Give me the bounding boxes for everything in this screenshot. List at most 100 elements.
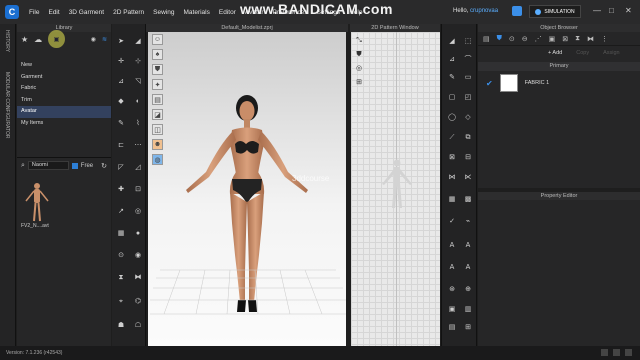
maximize-icon[interactable]: □ xyxy=(609,6,614,15)
puckering-icon[interactable]: ⧓ xyxy=(134,274,142,281)
avatar-measure-icon[interactable]: ⌬ xyxy=(134,298,142,305)
drape-icon[interactable]: ▥ xyxy=(464,306,472,313)
annotation-icon[interactable]: A xyxy=(464,264,472,271)
text-icon[interactable]: A xyxy=(448,242,456,249)
stitch-icon[interactable]: ⋯ xyxy=(134,142,142,149)
arrangement-icon[interactable]: ◆ xyxy=(117,98,125,105)
select-icon[interactable]: ➤ xyxy=(117,38,125,45)
steam-icon[interactable]: ◐ xyxy=(134,98,142,105)
fit-map-icon[interactable]: ◫ xyxy=(152,124,163,135)
pattern-select-icon[interactable]: ⤡ xyxy=(354,36,364,46)
username-link[interactable]: crupnovaa xyxy=(470,8,498,14)
show-pins-icon[interactable]: ✦ xyxy=(152,79,163,90)
seam-tape-icon[interactable]: ⊏ xyxy=(117,142,125,149)
graphic-tab-icon[interactable]: ▣ xyxy=(549,35,556,43)
notification-icon[interactable] xyxy=(601,349,608,356)
sync-icon[interactable] xyxy=(512,6,522,16)
refresh-icon[interactable]: ↻ xyxy=(101,162,107,170)
zipper-icon[interactable]: ⧗ xyxy=(117,274,125,281)
layout-icon[interactable] xyxy=(613,349,620,356)
trace-line-icon[interactable]: ⟋ xyxy=(448,134,456,141)
brush-icon[interactable]: ⌇ xyxy=(134,120,142,127)
tape-measure-icon[interactable]: ⊕ xyxy=(464,286,472,293)
fabric-list-item[interactable]: ✔ FABRIC 1 xyxy=(478,71,640,95)
edit-texture-icon[interactable]: ▩ xyxy=(464,196,472,203)
pattern-hanger-icon[interactable]: ⛊ xyxy=(354,50,364,60)
text-edit-icon[interactable]: A xyxy=(464,242,472,249)
sew-check-icon[interactable]: ⊞ xyxy=(464,324,472,331)
shirt-icon[interactable]: ⛊ xyxy=(152,64,163,75)
search-icon[interactable]: ⌕ xyxy=(21,162,25,170)
primary-group-header[interactable]: Primary xyxy=(478,62,640,71)
cloud-icon[interactable]: ☁ xyxy=(34,35,42,44)
minimize-icon[interactable]: — xyxy=(593,6,601,15)
library-item-garment[interactable]: Garment xyxy=(17,72,111,84)
free-sewing-icon[interactable]: ⋉ xyxy=(464,174,472,181)
simulation-mode-button[interactable]: SIMULATION xyxy=(529,5,581,18)
globe-icon[interactable]: ◍ xyxy=(152,154,163,165)
polygon-icon[interactable]: ▭ xyxy=(464,74,472,81)
trim-line-icon[interactable]: ⊟ xyxy=(464,154,472,161)
library-item-new[interactable]: New xyxy=(17,60,111,72)
fold-arrange-icon[interactable]: ⊠ xyxy=(448,154,456,161)
tab-modular-configurator[interactable]: MODULAR CONFIGURATOR xyxy=(4,72,10,138)
grade-icon[interactable]: ▣ xyxy=(448,306,456,313)
offset-icon[interactable]: ⧉ xyxy=(464,134,472,141)
zipper-tab-icon[interactable]: ⧗ xyxy=(575,35,580,42)
rectangle-icon[interactable]: ▢ xyxy=(448,94,456,101)
tab-history[interactable]: HISTORY xyxy=(4,30,10,52)
avatar-skin-icon[interactable]: ☻ xyxy=(152,139,163,150)
symbol-icon[interactable]: ⊛ xyxy=(448,286,456,293)
edit-pattern-icon[interactable]: ◢ xyxy=(448,38,456,45)
pen-icon[interactable]: ✎ xyxy=(117,120,125,127)
menu-file[interactable]: File xyxy=(29,9,39,16)
texture-view-icon[interactable]: ▤ xyxy=(152,94,163,105)
puckering-tab-icon[interactable]: ⧓ xyxy=(587,35,594,43)
circle-tool-icon[interactable]: ◯ xyxy=(448,114,456,121)
menu-edit[interactable]: Edit xyxy=(48,9,59,16)
texture-icon[interactable]: ▦ xyxy=(117,230,125,237)
copy-button[interactable]: Copy xyxy=(576,50,589,56)
more-tab-icon[interactable]: ⋮ xyxy=(601,35,608,43)
view-icon[interactable]: ◉ xyxy=(91,36,96,43)
scene-icon[interactable]: ▤ xyxy=(483,35,490,43)
library-item-my-items[interactable]: My Items xyxy=(17,118,111,130)
segment-icon[interactable]: ◿ xyxy=(134,164,142,171)
curve-point-icon[interactable]: ⌒ xyxy=(464,56,472,63)
search-input[interactable]: Naomi xyxy=(27,161,69,170)
library-item-fabric[interactable]: Fabric xyxy=(17,83,111,95)
display-garment-icon[interactable]: ♠ xyxy=(152,49,163,60)
avatar-thumbnail[interactable] xyxy=(23,181,51,223)
graphic-icon[interactable]: ⌖ xyxy=(117,298,125,305)
transform-icon[interactable]: ◢ xyxy=(134,38,142,45)
buttonhole-tab-icon[interactable]: ⊖ xyxy=(522,35,528,43)
segment-sewing-icon[interactable]: ⋈ xyxy=(448,174,456,181)
dart-icon[interactable]: ◇ xyxy=(464,114,472,121)
menu-editor[interactable]: Editor xyxy=(219,9,236,16)
star-icon[interactable]: ★ xyxy=(21,35,28,44)
mesh-icon[interactable]: ▦ xyxy=(448,196,456,203)
settings-icon[interactable] xyxy=(625,349,632,356)
assign-button[interactable]: Assign xyxy=(603,50,620,56)
menu-materials[interactable]: Materials xyxy=(184,9,210,16)
add-fabric-button[interactable]: + Add xyxy=(548,50,562,56)
add-point-icon[interactable]: ✎ xyxy=(448,74,456,81)
pattern-ruler-icon[interactable]: ⊞ xyxy=(354,78,364,88)
tape-icon[interactable]: ↗ xyxy=(117,208,125,215)
graphic-text-icon[interactable]: A xyxy=(448,264,456,271)
edit-point-icon[interactable]: ⊿ xyxy=(448,56,456,63)
fitting-icon[interactable]: ☗ xyxy=(117,322,125,329)
folder-icon[interactable]: ▣ xyxy=(48,30,65,48)
puckering-pattern-icon[interactable]: ▤ xyxy=(448,324,456,331)
internal-polygon-icon[interactable]: ◰ xyxy=(464,94,472,101)
fabric-tab-icon[interactable]: ⛊ xyxy=(497,35,502,42)
stress-map-icon[interactable]: ◪ xyxy=(152,109,163,120)
menu-sewing[interactable]: Sewing xyxy=(153,9,174,16)
pleat-icon[interactable]: ⌁ xyxy=(464,218,472,225)
button-tool-icon[interactable]: ⊙ xyxy=(117,252,125,259)
check-sewing-icon[interactable]: ✓ xyxy=(448,218,456,225)
fold-icon[interactable]: ◹ xyxy=(134,78,142,85)
tack-icon[interactable]: ⊿ xyxy=(117,78,125,85)
display-avatar-icon[interactable]: ☺ xyxy=(152,34,163,45)
close-icon[interactable]: ✕ xyxy=(625,6,632,15)
